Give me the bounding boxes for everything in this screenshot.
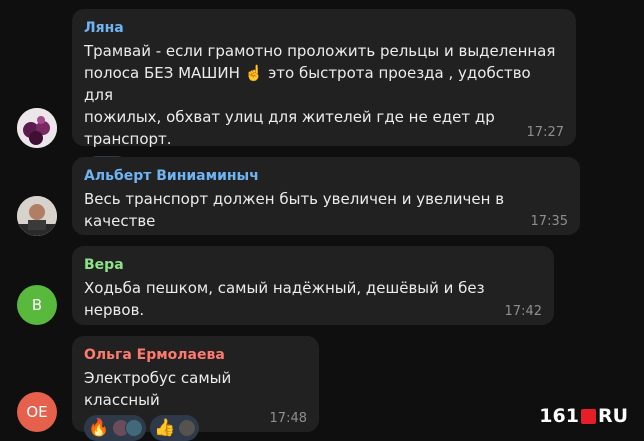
man-avatar-icon	[17, 196, 57, 236]
message-line: Трамвай - если грамотно проложить рельцы…	[84, 42, 556, 60]
message-time: 17:35	[530, 214, 568, 229]
thumbs-up-icon: 👍	[154, 418, 176, 438]
message-line: полоса БЕЗ МАШИН ☝️ это быстрота проезда…	[84, 64, 531, 104]
message-line: Электробус самый классный	[84, 369, 232, 409]
message-time: 17:42	[504, 304, 542, 319]
author-name[interactable]: Ляна	[84, 19, 564, 37]
avatar[interactable]	[17, 196, 57, 236]
logo-number: 161	[539, 405, 579, 427]
message-line: Весь транспорт должен быть увеличен и ув…	[84, 190, 505, 230]
fire-icon: 🔥	[88, 418, 110, 438]
reactor-avatar	[178, 419, 197, 437]
message-text: Ходьба пешком, самый надёжный, дешёвый и…	[84, 277, 542, 321]
message-bubble[interactable]: Ляна Трамвай - если грамотно проложить р…	[72, 9, 576, 182]
reaction-fire[interactable]: 🔥	[84, 415, 147, 441]
message-text: Весь транспорт должен быть увеличен и ув…	[84, 188, 568, 232]
message-line: Ходьба пешком, самый надёжный, дешёвый и…	[84, 279, 485, 319]
avatar-initials: В	[31, 296, 43, 314]
reactor-avatar	[125, 419, 144, 437]
message-bubble[interactable]: Ольга Ермолаева Электробус самый классны…	[72, 336, 319, 441]
reaction-thumbs-up[interactable]: 👍	[150, 415, 200, 441]
message-bubble[interactable]: Альберт Виниаминыч Весь транспорт должен…	[72, 157, 580, 235]
author-name[interactable]: Вера	[84, 256, 542, 274]
message-time: 17:27	[526, 125, 564, 140]
watermark-logo: 161 RU	[539, 405, 628, 427]
author-name[interactable]: Альберт Виниаминыч	[84, 167, 568, 185]
avatar-initials: ОЕ	[26, 403, 48, 421]
message-bubble[interactable]: Вера Ходьба пешком, самый надёжный, дешё…	[72, 246, 554, 325]
logo-domain: RU	[597, 405, 628, 427]
author-name[interactable]: Ольга Ермолаева	[84, 346, 307, 364]
flowers-avatar-icon	[17, 108, 57, 148]
logo-square-icon	[580, 408, 596, 424]
avatar[interactable]	[17, 108, 57, 148]
message-text: Электробус самый классный	[84, 367, 307, 411]
avatar[interactable]: ОЕ	[17, 392, 57, 432]
message-text: Трамвай - если грамотно проложить рельцы…	[84, 40, 564, 150]
message-time: 17:48	[269, 411, 307, 426]
message-line: пожилых, обхват улиц для жителей где не …	[84, 108, 495, 148]
avatar[interactable]: В	[17, 285, 57, 325]
